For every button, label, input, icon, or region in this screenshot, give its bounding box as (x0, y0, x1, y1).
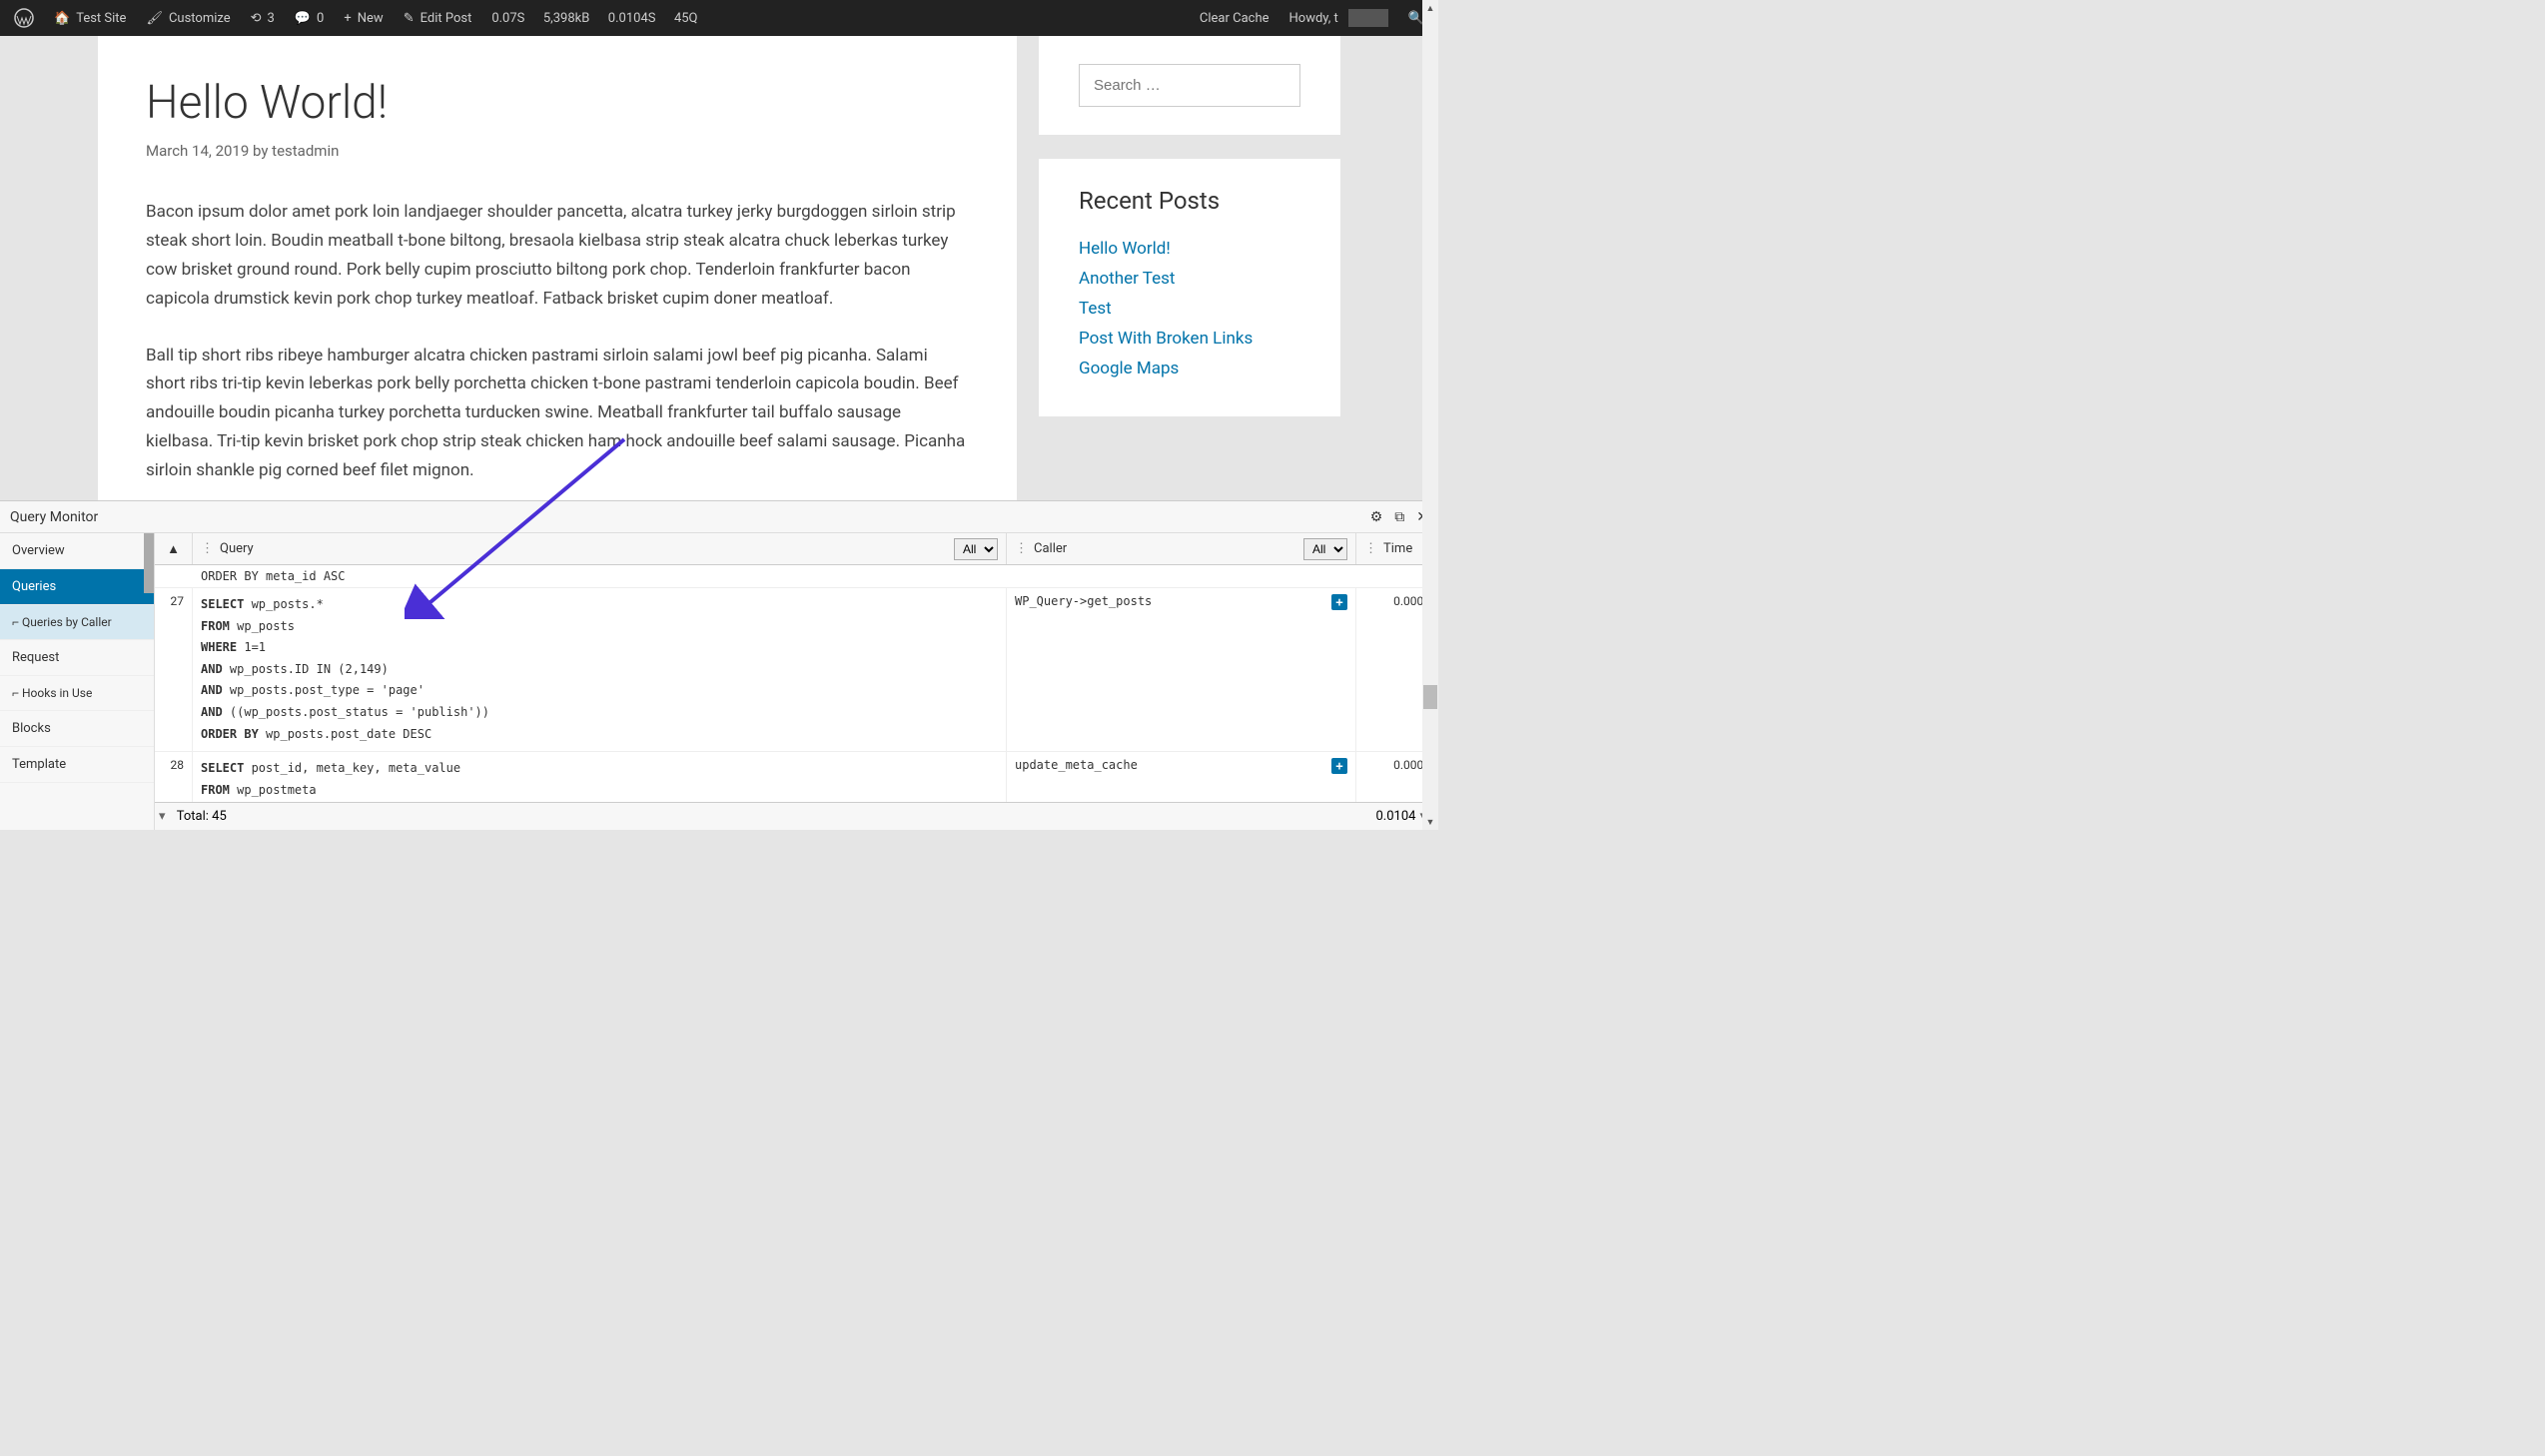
row-caller: WP_Query->get_posts+ (1007, 588, 1356, 751)
stat-db-time: 0.0104S (608, 11, 656, 26)
scroll-up-icon[interactable]: ▲ (1422, 0, 1438, 16)
expand-button[interactable]: + (1331, 594, 1347, 610)
brush-icon: 🖌 (146, 11, 163, 26)
wp-logo[interactable] (4, 0, 44, 36)
edit-post-link[interactable]: ✎ Edit Post (394, 0, 482, 36)
recent-post-link[interactable]: Test (1079, 299, 1112, 319)
howdy-label: Howdy, t (1289, 11, 1338, 26)
qm-col-query-label: Query (220, 541, 254, 556)
table-row: 27 SELECT wp_posts.* FROM wp_posts WHERE… (155, 588, 1438, 752)
qm-table-header: ▲ ⋮ Query All ⋮ Caller All ⋮ (155, 533, 1438, 565)
recent-post-link[interactable]: Google Maps (1079, 359, 1179, 378)
qm-table-body[interactable]: ORDER BY meta_id ASC 27 SELECT wp_posts.… (155, 565, 1438, 802)
row-num: 27 (155, 588, 193, 751)
gear-icon[interactable]: ⚙ (1370, 509, 1383, 525)
post-paragraph: Ball tip short ribs ribeye hamburger alc… (146, 342, 969, 485)
recent-post-link[interactable]: Hello World! (1079, 239, 1171, 259)
qm-col-time-label: Time (1383, 541, 1412, 556)
new-content-link[interactable]: + New (334, 0, 393, 36)
new-label: New (358, 11, 384, 26)
stat-time: 0.07S (491, 11, 524, 26)
main-content: Hello World! March 14, 2019 by testadmin… (98, 36, 1017, 500)
clear-cache-label: Clear Cache (1200, 11, 1270, 26)
sidebar: Recent Posts Hello World! Another Test T… (1039, 36, 1340, 500)
browser-scrollbar[interactable]: ▲ ▼ (1422, 0, 1438, 830)
qm-total: Total: 45 (177, 809, 227, 824)
row-query: SELECT wp_posts.* FROM wp_posts WHERE 1=… (193, 588, 1007, 751)
recent-post-link[interactable]: Post With Broken Links (1079, 329, 1253, 349)
post-meta: March 14, 2019 by testadmin (146, 142, 969, 160)
qm-nav-blocks[interactable]: Blocks (0, 711, 154, 747)
row-caller: update_meta_cache+ (1007, 752, 1356, 802)
post-title: Hello World! (146, 76, 969, 130)
qm-title: Query Monitor (10, 509, 98, 525)
qm-footer-time: 0.0104 (1376, 809, 1416, 824)
widget-title: Recent Posts (1079, 187, 1300, 215)
expand-button[interactable]: + (1331, 758, 1347, 774)
chevron-down-icon[interactable]: ▾ (159, 809, 166, 824)
comments-count: 0 (317, 11, 324, 26)
updates-link[interactable]: ⟲ 3 (241, 0, 285, 36)
qm-nav-queries[interactable]: Queries (0, 569, 154, 605)
qm-col-query[interactable]: ⋮ Query All (193, 533, 1007, 564)
qm-nav-template[interactable]: Template (0, 747, 154, 783)
page-background: Hello World! March 14, 2019 by testadmin… (0, 36, 1438, 500)
customize-link[interactable]: 🖌 Customize (136, 0, 240, 36)
search-widget (1039, 36, 1340, 135)
qm-nav-request[interactable]: Request (0, 640, 154, 676)
updates-count: 3 (268, 11, 275, 26)
qm-caller-filter[interactable]: All (1303, 538, 1347, 560)
scroll-down-icon[interactable]: ▼ (1422, 814, 1438, 830)
table-row: 28 SELECT post_id, meta_key, meta_value … (155, 752, 1438, 802)
qm-header: Query Monitor ⚙ ⧉ ✕ (0, 501, 1438, 533)
qm-nav-hooks-in-use[interactable]: ⌐ Hooks in Use (0, 676, 154, 711)
avatar (1348, 9, 1388, 27)
recent-post-link[interactable]: Another Test (1079, 269, 1175, 289)
post-paragraph: Bacon ipsum dolor amet pork loin landjae… (146, 198, 969, 314)
wordpress-icon (14, 8, 34, 28)
qm-col-num[interactable]: ▲ (155, 533, 193, 564)
qm-footer: ▾ Total: 45 0.0104 ▾ (155, 802, 1438, 830)
user-menu[interactable]: Howdy, t (1279, 0, 1398, 36)
row-num: 28 (155, 752, 193, 802)
customize-label: Customize (169, 11, 231, 26)
wp-admin-bar: 🏠 Test Site 🖌 Customize ⟲ 3 💬 0 + New ✎ (0, 0, 1438, 36)
qm-query-filter[interactable]: All (954, 538, 998, 560)
comment-icon: 💬 (295, 11, 311, 26)
clear-cache-link[interactable]: Clear Cache (1190, 0, 1279, 36)
stat-queries: 45Q (674, 11, 698, 26)
popout-icon[interactable]: ⧉ (1394, 509, 1404, 525)
update-icon: ⟲ (251, 11, 262, 26)
qm-col-caller[interactable]: ⋮ Caller All (1007, 533, 1356, 564)
edit-post-label: Edit Post (421, 11, 472, 26)
row-query: SELECT post_id, meta_key, meta_value FRO… (193, 752, 1007, 802)
pencil-icon: ✎ (404, 11, 415, 26)
qm-nav-queries-by-caller[interactable]: ⌐ Queries by Caller (0, 605, 154, 640)
qm-nav-overview[interactable]: Overview (0, 533, 154, 569)
comments-link[interactable]: 💬 0 (285, 0, 335, 36)
qm-main: ▲ ⋮ Query All ⋮ Caller All ⋮ (155, 533, 1438, 830)
stat-memory: 5,398kB (543, 11, 589, 26)
qm-col-caller-label: Caller (1034, 541, 1067, 556)
search-input[interactable] (1079, 64, 1300, 107)
query-monitor-stats[interactable]: 0.07S 5,398kB 0.0104S 45Q (481, 0, 707, 36)
qm-row-truncated: ORDER BY meta_id ASC (155, 565, 1438, 588)
recent-posts-widget: Recent Posts Hello World! Another Test T… (1039, 159, 1340, 416)
dashboard-icon: 🏠 (54, 11, 70, 26)
scroll-thumb[interactable] (1423, 685, 1437, 709)
site-name: Test Site (76, 11, 126, 26)
qm-nav: Overview Queries ⌐ Queries by Caller Req… (0, 533, 155, 830)
query-monitor-panel: Query Monitor ⚙ ⧉ ✕ Overview Queries ⌐ Q… (0, 500, 1438, 830)
plus-icon: + (344, 11, 351, 26)
site-name-link[interactable]: 🏠 Test Site (44, 0, 136, 36)
